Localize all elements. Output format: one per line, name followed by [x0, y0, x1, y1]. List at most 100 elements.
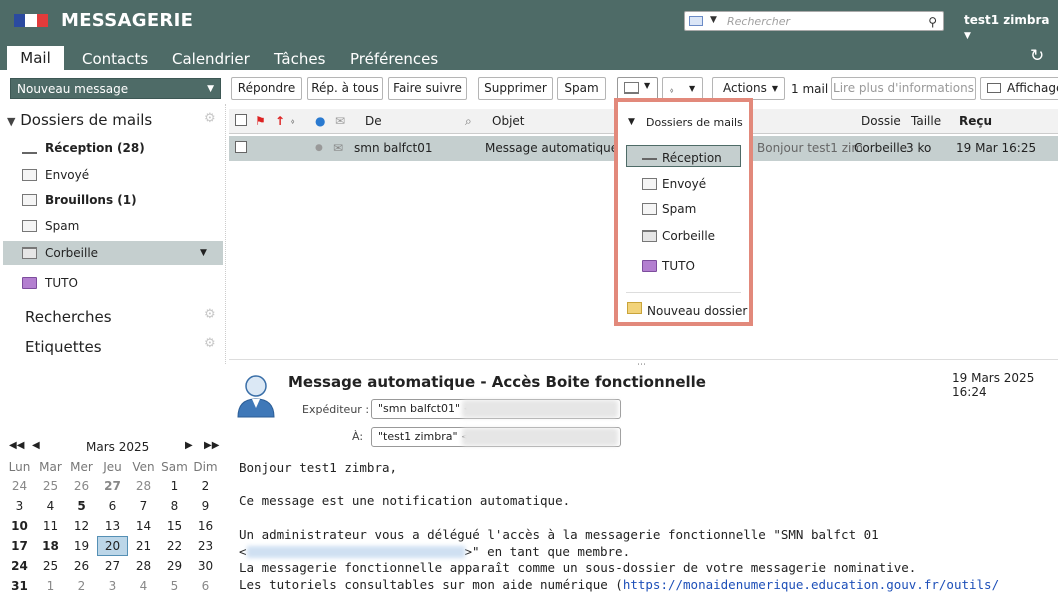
calendar-day[interactable]: 1	[35, 576, 66, 596]
calendar-day[interactable]: 10	[4, 516, 35, 536]
display-button[interactable]: Affichage	[980, 77, 1058, 100]
menu-item-sent[interactable]: Envoyé	[662, 177, 706, 191]
tag-icon[interactable]: ⬫	[291, 114, 294, 129]
folder-column-header[interactable]: Dossie	[861, 114, 901, 128]
tutorial-link[interactable]: https://monaidenumerique.education.gouv.…	[623, 577, 999, 592]
received-column-header[interactable]: Reçu	[959, 114, 992, 128]
tags-section[interactable]: Etiquettes	[25, 338, 102, 356]
chevron-down-icon[interactable]: ▼	[200, 241, 207, 265]
calendar-day[interactable]: 28	[128, 556, 159, 576]
calendar-day[interactable]: 3	[4, 496, 35, 516]
spam-button[interactable]: Spam	[557, 77, 606, 100]
refresh-icon[interactable]: ↻	[1030, 46, 1044, 66]
calendar-day[interactable]: 24	[4, 556, 35, 576]
calendar-day[interactable]: 15	[159, 516, 190, 536]
chevron-down-icon[interactable]: ▼	[207, 79, 214, 100]
calendar-day[interactable]: 17	[4, 536, 35, 556]
calendar-day[interactable]: 25	[35, 476, 66, 496]
calendar-day[interactable]: 30	[190, 556, 221, 576]
status-icon[interactable]: ✉	[335, 114, 345, 128]
calendar-day[interactable]: 5	[159, 576, 190, 596]
calendar-day[interactable]: 13	[97, 516, 128, 536]
select-all-checkbox[interactable]	[235, 114, 247, 126]
unread-icon[interactable]: ●	[315, 114, 325, 128]
gear-icon[interactable]: ⚙	[204, 336, 216, 351]
forward-button[interactable]: Faire suivre	[388, 77, 467, 100]
calendar-day[interactable]: 9	[190, 496, 221, 516]
calendar-day[interactable]: 26	[66, 556, 97, 576]
calendar-day[interactable]: 23	[190, 536, 221, 556]
searches-section[interactable]: Recherches	[25, 308, 112, 326]
new-message-button[interactable]: Nouveau message ▼	[10, 78, 221, 99]
calendar-day[interactable]: 14	[128, 516, 159, 536]
prev-year-icon[interactable]: ◀◀	[9, 440, 24, 451]
move-to-folder-button[interactable]: ▼	[617, 77, 658, 100]
collapse-icon[interactable]: ▼	[7, 115, 15, 128]
calendar-day[interactable]: 24	[4, 476, 35, 496]
splitter-grip-icon[interactable]: ⋯	[637, 360, 646, 370]
tag-button[interactable]: ⬫ ▼	[662, 77, 703, 100]
calendar-day[interactable]: 21	[128, 536, 159, 556]
row-checkbox[interactable]	[235, 141, 247, 153]
calendar-day[interactable]: 4	[128, 576, 159, 596]
folders-section[interactable]: ▼ Dossiers de mails	[7, 111, 152, 129]
search-input[interactable]: ▼ Rechercher ⚲	[684, 11, 944, 31]
tab-preferences[interactable]: Préférences	[350, 48, 438, 70]
flag-icon[interactable]: ⚑	[255, 114, 266, 128]
calendar-day[interactable]: 28	[128, 476, 159, 496]
next-year-icon[interactable]: ▶▶	[204, 440, 219, 451]
calendar-day[interactable]: 31	[4, 576, 35, 596]
chevron-down-icon[interactable]: ▼	[710, 15, 717, 25]
gear-icon[interactable]: ⚙	[204, 307, 216, 322]
attachment-icon[interactable]: ⌕	[465, 114, 472, 129]
delete-button[interactable]: Supprimer	[478, 77, 553, 100]
tab-contacts[interactable]: Contacts	[82, 48, 148, 70]
tab-mail[interactable]: Mail	[7, 46, 64, 70]
calendar-day[interactable]: 3	[97, 576, 128, 596]
sidebar-item-sent[interactable]: Envoyé	[3, 163, 223, 187]
pane-divider[interactable]	[225, 104, 226, 364]
reply-button[interactable]: Répondre	[231, 77, 302, 100]
calendar-day[interactable]: 26	[66, 476, 97, 496]
calendar-day[interactable]: 12	[66, 516, 97, 536]
calendar-day[interactable]: 4	[35, 496, 66, 516]
tab-calendar[interactable]: Calendrier	[172, 48, 250, 70]
tab-tasks[interactable]: Tâches	[274, 48, 325, 70]
reply-all-button[interactable]: Rép. à tous	[307, 77, 383, 100]
calendar-day[interactable]: 16	[190, 516, 221, 536]
calendar-day[interactable]: 8	[159, 496, 190, 516]
sidebar-item-trash[interactable]: Corbeille ▼	[3, 241, 223, 265]
next-month-icon[interactable]: ▶	[185, 440, 193, 451]
calendar-day[interactable]: 20	[97, 536, 128, 556]
sidebar-item-tuto[interactable]: TUTO	[3, 271, 223, 295]
subject-column-header[interactable]: Objet	[492, 114, 524, 128]
menu-item-tuto[interactable]: TUTO	[662, 259, 695, 273]
calendar-day[interactable]: 2	[66, 576, 97, 596]
menu-item-spam[interactable]: Spam	[662, 202, 696, 216]
read-more-button[interactable]: Lire plus d'informations	[831, 77, 976, 100]
sidebar-item-drafts[interactable]: Brouillons (1)	[3, 188, 223, 212]
calendar-day[interactable]: 29	[159, 556, 190, 576]
calendar-day[interactable]: 2	[190, 476, 221, 496]
search-icon[interactable]: ⚲	[928, 15, 937, 29]
size-column-header[interactable]: Taille	[911, 114, 941, 128]
sidebar-item-inbox[interactable]: Réception (28)	[3, 136, 223, 160]
user-menu[interactable]: test1 zimbra ▼	[964, 13, 1058, 41]
calendar-day[interactable]: 11	[35, 516, 66, 536]
from-column-header[interactable]: De	[365, 114, 382, 128]
menu-item-new-folder[interactable]: Nouveau dossier	[647, 304, 747, 318]
calendar-day[interactable]: 27	[97, 556, 128, 576]
calendar-day[interactable]: 27	[97, 476, 128, 496]
calendar-day[interactable]: 19	[66, 536, 97, 556]
calendar-day[interactable]: 25	[35, 556, 66, 576]
calendar-day[interactable]: 18	[35, 536, 66, 556]
calendar-day[interactable]: 5	[66, 496, 97, 516]
calendar-day[interactable]: 7	[128, 496, 159, 516]
sidebar-item-spam[interactable]: Spam	[3, 214, 223, 238]
calendar-day[interactable]: 22	[159, 536, 190, 556]
priority-icon[interactable]: ↑	[275, 114, 285, 128]
menu-item-trash[interactable]: Corbeille	[662, 229, 715, 243]
menu-item-inbox[interactable]: Réception	[662, 151, 722, 165]
reading-pane-splitter[interactable]: ⋯	[229, 359, 1058, 370]
prev-month-icon[interactable]: ◀	[32, 440, 40, 451]
